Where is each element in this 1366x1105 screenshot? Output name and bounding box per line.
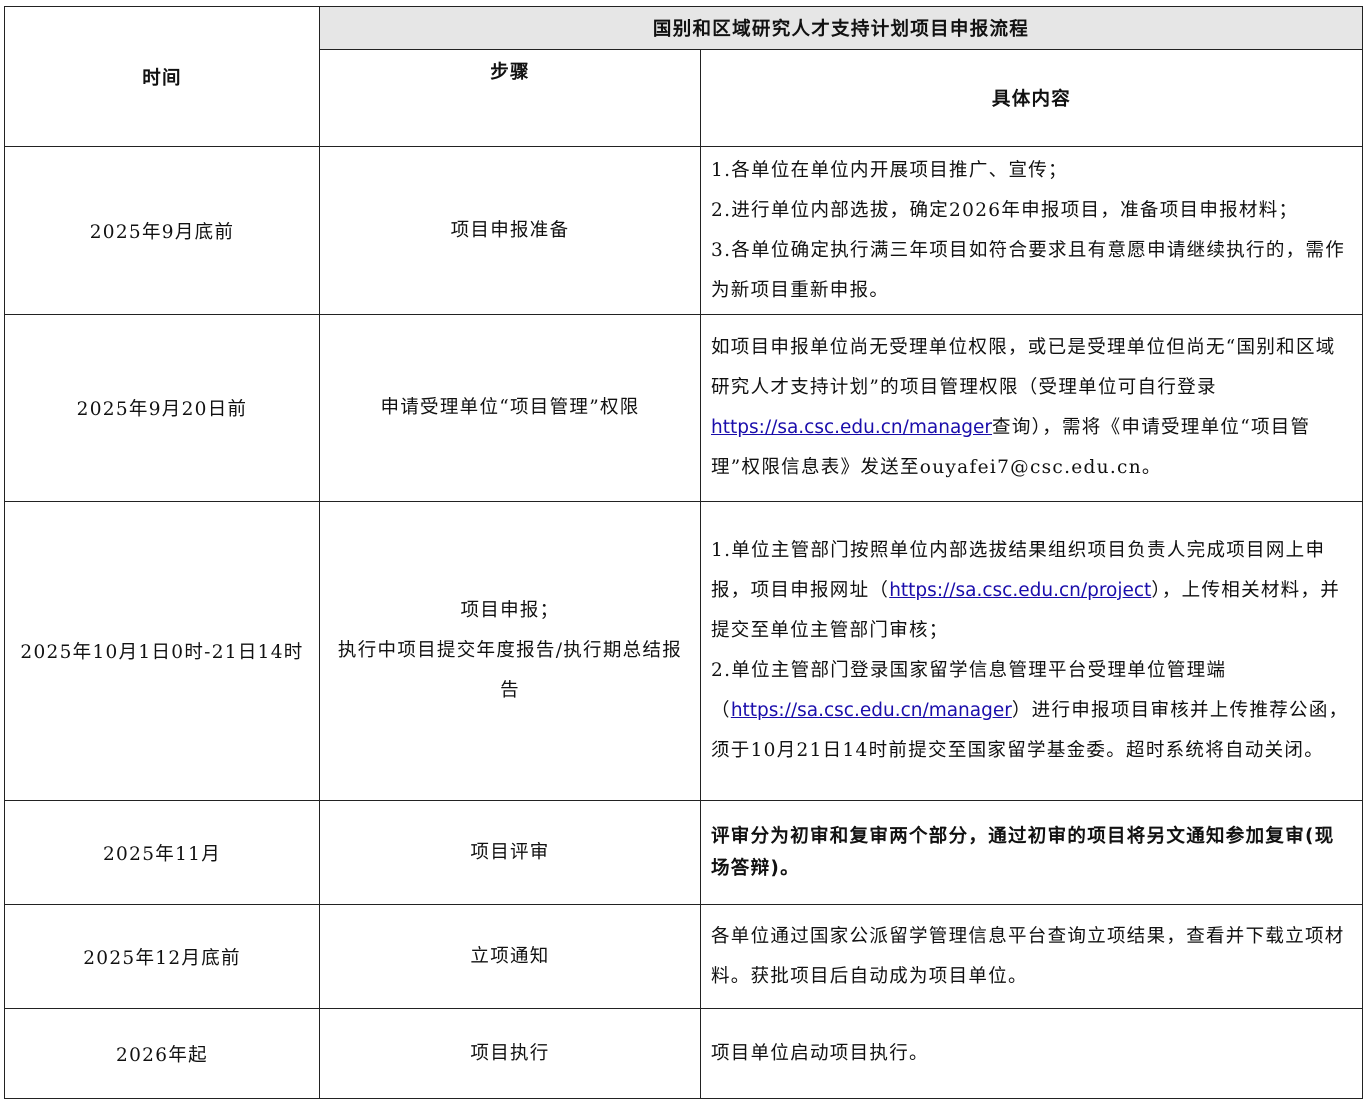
step-line: 项目申报准备 (450, 219, 570, 241)
step-line: 申请受理单位“项目管理”权限 (380, 397, 640, 418)
detail-paragraph: 1.单位主管部门按照单位内部选拔结果组织项目负责人完成项目网上申报，项目申报网址… (711, 531, 1352, 651)
detail-line: 3.各单位确定执行满三年项目如符合要求且有意愿申请继续执行的，需作为新项目重新申… (711, 239, 1346, 301)
step-line: 执行中项目提交年度报告/执行期总结报告 (337, 640, 683, 701)
title-row: 时间 国别和区域研究人才支持计划项目申报流程 (4, 6, 1364, 147)
detail-text: 如项目申报单位尚无受理单位权限，或已是受理单位但尚无“国别和区域研究人才支持计划… (711, 337, 1336, 398)
header-time: 时间 (4, 6, 320, 147)
row-detail: 如项目申报单位尚无受理单位权限，或已是受理单位但尚无“国别和区域研究人才支持计划… (699, 314, 1364, 502)
process-table: 时间 国别和区域研究人才支持计划项目申报流程 步骤 具体内容 2025年9月底前… (4, 6, 1364, 1099)
row-time: 2025年12月底前 (4, 904, 320, 1009)
row-time: 2025年9月底前 (4, 146, 320, 315)
row-time: 2025年9月20日前 (4, 314, 320, 502)
row-detail: 项目单位启动项目执行。 (699, 1008, 1364, 1099)
row-detail: 各单位通过国家公派留学管理信息平台查询立项结果，查看并下载立项材料。获批项目后自… (699, 904, 1364, 1009)
row-step: 项目评审 (319, 800, 701, 905)
detail-line: 各单位通过国家公派留学管理信息平台查询立项结果，查看并下载立项材料。获批项目后自… (711, 925, 1345, 987)
table-row: 2025年9月底前 项目申报准备 1.各单位在单位内开展项目推广、宣传； 2.进… (4, 146, 1364, 315)
header-detail: 具体内容 (699, 49, 1364, 147)
detail-line: 1.各单位在单位内开展项目推广、宣传； (711, 159, 1068, 181)
row-step: 项目申报准备 (319, 146, 701, 315)
table-title: 国别和区域研究人才支持计划项目申报流程 (318, 6, 1364, 50)
step-line: 项目评审 (470, 841, 550, 863)
row-time: 2025年10月1日0时-21日14时 (4, 501, 320, 801)
row-step: 申请受理单位“项目管理”权限 (319, 314, 701, 502)
row-detail: 评审分为初审和复审两个部分，通过初审的项目将另文通知参加复审(现场答辩)。 (699, 800, 1364, 905)
step-line: 立项通知 (470, 945, 550, 967)
row-detail: 1.各单位在单位内开展项目推广、宣传； 2.进行单位内部选拔，确定2026年申报… (699, 146, 1364, 315)
step-line: 项目申报； (460, 600, 560, 621)
row-step: 项目申报； 执行中项目提交年度报告/执行期总结报告 (319, 501, 701, 801)
row-step: 项目执行 (319, 1008, 701, 1099)
table-row: 2025年12月底前 立项通知 各单位通过国家公派留学管理信息平台查询立项结果，… (4, 904, 1364, 1009)
row-detail: 1.单位主管部门按照单位内部选拔结果组织项目负责人完成项目网上申报，项目申报网址… (699, 501, 1364, 801)
table-row: 2025年10月1日0时-21日14时 项目申报； 执行中项目提交年度报告/执行… (4, 501, 1364, 801)
detail-line: 项目单位启动项目执行。 (711, 1042, 929, 1064)
table-row: 2025年9月20日前 申请受理单位“项目管理”权限 如项目申报单位尚无受理单位… (4, 314, 1364, 502)
manager-link[interactable]: https://sa.csc.edu.cn/manager (731, 700, 1012, 721)
project-link[interactable]: https://sa.csc.edu.cn/project (889, 580, 1151, 601)
table-row: 2026年起 项目执行 项目单位启动项目执行。 (4, 1008, 1364, 1099)
detail-line: 评审分为初审和复审两个部分，通过初审的项目将另文通知参加复审(现场答辩)。 (711, 825, 1335, 879)
row-time: 2026年起 (4, 1008, 320, 1099)
header-step: 步骤 (319, 49, 701, 147)
step-line: 项目执行 (470, 1042, 550, 1064)
manager-link[interactable]: https://sa.csc.edu.cn/manager (711, 417, 992, 438)
detail-line: 2.进行单位内部选拔，确定2026年申报项目，准备项目申报材料； (711, 199, 1299, 221)
row-time: 2025年11月 (4, 800, 320, 905)
table-row: 2025年11月 项目评审 评审分为初审和复审两个部分，通过初审的项目将另文通知… (4, 800, 1364, 905)
detail-paragraph: 2.单位主管部门登录国家留学信息管理平台受理单位管理端（https://sa.c… (711, 651, 1352, 771)
row-step: 立项通知 (319, 904, 701, 1009)
